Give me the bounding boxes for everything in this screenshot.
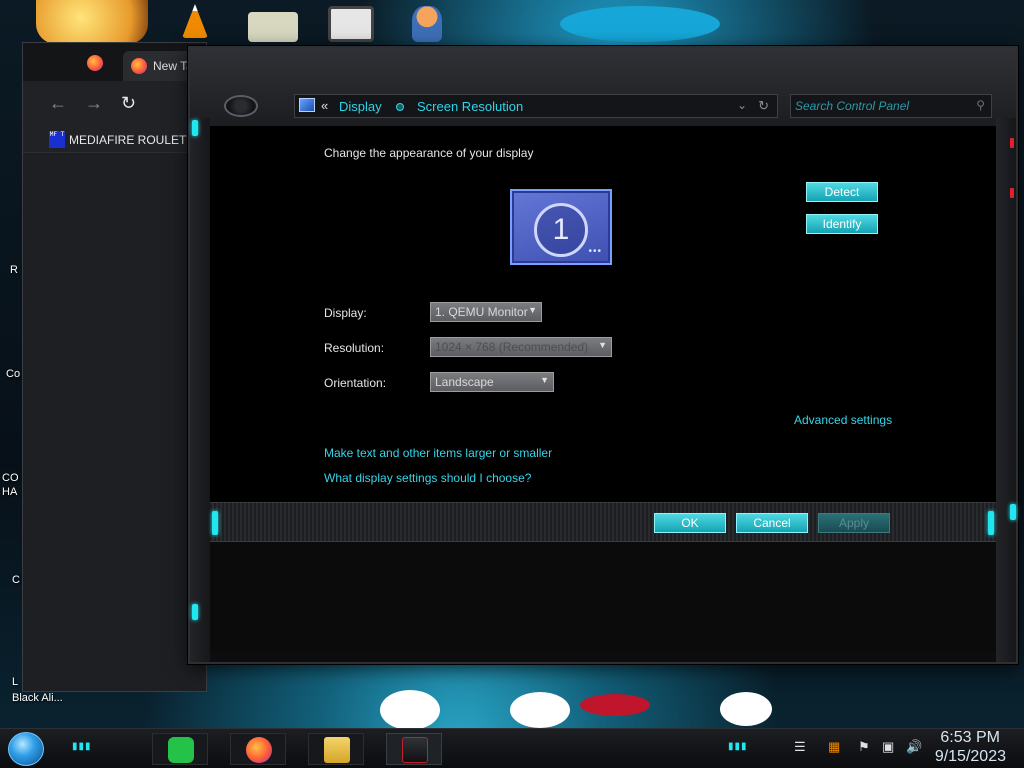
firefox-icon bbox=[246, 737, 272, 763]
cartoon-app-icon[interactable] bbox=[36, 0, 148, 44]
chevron-down-icon: ▼ bbox=[540, 375, 549, 385]
action-center-flag-icon[interactable]: ⚑ bbox=[858, 739, 870, 755]
window-left-frame bbox=[190, 118, 210, 662]
folder-icon bbox=[324, 737, 350, 763]
frame-light bbox=[1010, 138, 1014, 148]
orientation-label: Orientation: bbox=[324, 376, 387, 390]
back-arrow-icon[interactable]: ← bbox=[49, 93, 67, 114]
resolution-label: Resolution: bbox=[324, 341, 385, 355]
display-select[interactable]: 1. QEMU Monitor ▼ bbox=[430, 302, 542, 322]
identify-button[interactable]: Identify bbox=[806, 214, 878, 234]
frame-light bbox=[192, 120, 198, 136]
hxd-editor-icon[interactable] bbox=[248, 12, 298, 42]
search-box[interactable]: ⚲ bbox=[790, 94, 992, 118]
tray-app-icon[interactable]: ▦ bbox=[828, 739, 840, 755]
control-panel-window: « Display Screen Resolution ⌄ ↻ ⚲ Change… bbox=[188, 46, 1018, 664]
taskbar-notes-app[interactable] bbox=[152, 733, 208, 765]
app-window-icon[interactable] bbox=[328, 6, 374, 42]
chevron-down-icon: ▼ bbox=[528, 305, 537, 315]
dialog-button-bar: OK Cancel Apply bbox=[210, 502, 996, 542]
mediafire-icon: MF T bbox=[49, 131, 65, 148]
tray-expand-icon[interactable]: ☰ bbox=[794, 739, 806, 755]
bookmark-bar: MF T MEDIAFIRE ROULETTER bbox=[23, 127, 210, 153]
refresh-icon[interactable]: ↻ bbox=[758, 98, 769, 114]
frame-light bbox=[988, 511, 994, 535]
monitor-dots-icon: ••• bbox=[588, 246, 602, 257]
window-lower-pane bbox=[210, 542, 996, 652]
control-panel-icon bbox=[299, 98, 315, 112]
taskbar: ▮▮▮ ▮▮▮ ☰ ▦ ⚑ ▣ 🔊 6:53 PM 9/15/2023 bbox=[0, 728, 1024, 768]
control-panel-icon bbox=[402, 737, 428, 763]
wallpaper-blob bbox=[720, 692, 772, 726]
window-right-frame bbox=[996, 118, 1016, 662]
taskbar-decoration: ▮▮▮ bbox=[72, 741, 92, 752]
breadcrumb-screen-resolution[interactable]: Screen Resolution bbox=[417, 99, 523, 114]
display-help-link[interactable]: What display settings should I choose? bbox=[324, 471, 531, 485]
chevron-down-icon: ▼ bbox=[598, 340, 607, 350]
orientation-select[interactable]: Landscape ▼ bbox=[430, 372, 554, 392]
address-bar[interactable]: « Display Screen Resolution ⌄ ↻ bbox=[294, 94, 778, 118]
user-avatar-icon[interactable] bbox=[412, 6, 442, 42]
forward-arrow-icon[interactable]: → bbox=[85, 93, 103, 114]
frame-light bbox=[1010, 188, 1014, 198]
reload-icon[interactable]: ↻ bbox=[121, 93, 136, 114]
taskbar-decoration: ▮▮▮ bbox=[728, 741, 748, 752]
ok-button[interactable]: OK bbox=[654, 513, 726, 533]
breadcrumb-overflow-icon[interactable]: « bbox=[321, 98, 328, 113]
page-title: Change the appearance of your display bbox=[324, 146, 534, 160]
browser-nav-bar: ← → ↻ bbox=[23, 81, 206, 127]
frame-light bbox=[192, 604, 198, 620]
clock-time[interactable]: 6:53 PM bbox=[940, 729, 1000, 747]
desktop-label: Black Ali... bbox=[12, 692, 63, 704]
advanced-settings-link[interactable]: Advanced settings bbox=[794, 413, 892, 427]
display-label: Display: bbox=[324, 306, 367, 320]
text-size-link[interactable]: Make text and other items larger or smal… bbox=[324, 446, 552, 460]
firefox-icon bbox=[131, 58, 147, 74]
taskbar-control-panel[interactable] bbox=[386, 733, 442, 765]
breadcrumb-display[interactable]: Display bbox=[339, 99, 382, 114]
network-icon[interactable]: ▣ bbox=[882, 739, 894, 755]
search-input[interactable] bbox=[795, 98, 965, 114]
orientation-value: Landscape bbox=[435, 375, 494, 389]
clock-date[interactable]: 9/15/2023 bbox=[935, 748, 1006, 766]
browser-tab-strip: New Tab bbox=[23, 43, 209, 81]
frame-light bbox=[212, 511, 218, 535]
wallpaper-blob bbox=[560, 6, 720, 42]
monitor-tile[interactable]: 1 ••• bbox=[510, 189, 612, 265]
notes-app-icon bbox=[168, 737, 194, 763]
frame-light bbox=[1010, 504, 1016, 520]
search-icon[interactable]: ⚲ bbox=[976, 98, 985, 112]
display-value: 1. QEMU Monitor bbox=[435, 305, 528, 319]
settings-content: Change the appearance of your display 1 … bbox=[210, 126, 996, 502]
start-button[interactable] bbox=[8, 732, 44, 766]
resolution-value: 1024 × 768 (Recommended) bbox=[435, 340, 589, 354]
taskbar-firefox[interactable] bbox=[230, 733, 286, 765]
volume-icon[interactable]: 🔊 bbox=[906, 739, 922, 755]
chevron-down-icon[interactable]: ⌄ bbox=[737, 98, 747, 112]
wallpaper-blob bbox=[580, 694, 650, 716]
browser-window: New Tab ← → ↻ MF T MEDIAFIRE ROULETTER bbox=[22, 42, 210, 692]
breadcrumb-separator-icon[interactable] bbox=[396, 103, 404, 111]
wallpaper-blob bbox=[510, 692, 570, 728]
cancel-button[interactable]: Cancel bbox=[736, 513, 808, 533]
resolution-select[interactable]: 1024 × 768 (Recommended) ▼ bbox=[430, 337, 612, 357]
taskbar-file-explorer[interactable] bbox=[308, 733, 364, 765]
wallpaper-blob bbox=[380, 690, 440, 730]
detect-button[interactable]: Detect bbox=[806, 182, 878, 202]
window-hub-icon bbox=[224, 95, 258, 117]
apply-button[interactable]: Apply bbox=[818, 513, 890, 533]
monitor-number: 1 bbox=[534, 203, 588, 257]
firefox-icon bbox=[87, 55, 103, 71]
